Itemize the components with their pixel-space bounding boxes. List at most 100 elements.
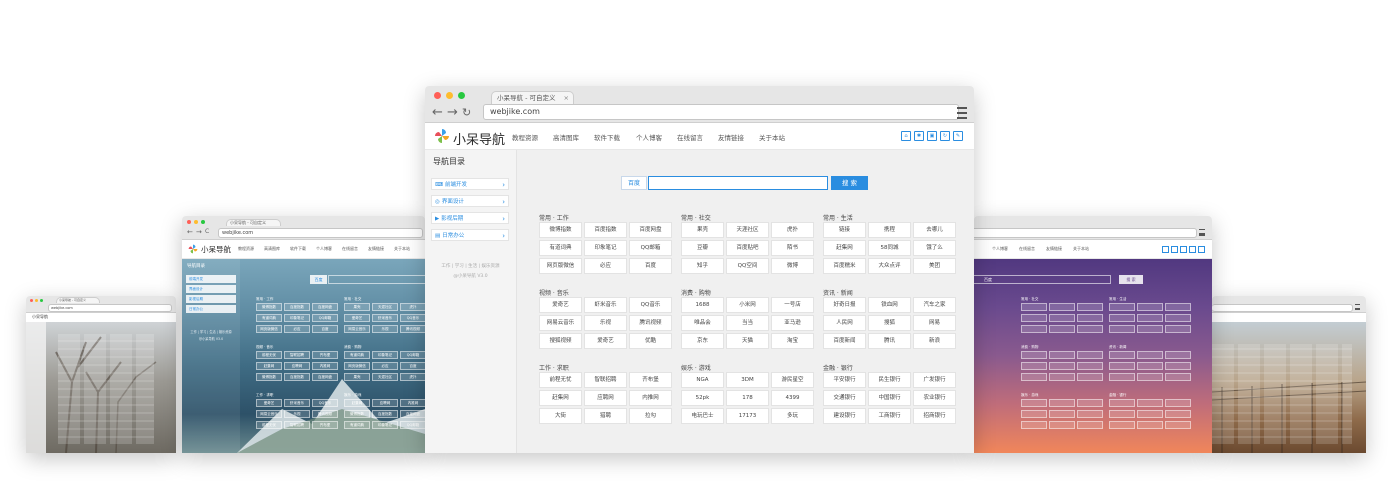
sidebar-item[interactable]: ▶ 影视后期 › <box>431 212 509 224</box>
refresh-icon[interactable]: ↻ <box>940 131 950 141</box>
link-cell[interactable] <box>1077 373 1103 381</box>
menu-item[interactable]: 软件下载 <box>594 132 620 142</box>
link-cell[interactable]: 微博指数 <box>344 410 370 418</box>
zoom-dot[interactable] <box>201 220 205 224</box>
link-cell[interactable]: QQ邮箱 <box>400 351 425 359</box>
link-cell[interactable]: 印象笔记 <box>584 240 627 256</box>
menu-item[interactable]: 在线留言 <box>342 246 358 252</box>
menu-item[interactable]: 友情链接 <box>1046 246 1062 252</box>
link-cell[interactable] <box>1077 421 1103 429</box>
link-cell[interactable]: 腾讯视频 <box>312 410 338 418</box>
link-cell[interactable] <box>1109 373 1135 381</box>
link-cell[interactable]: 百度新闻 <box>823 333 866 349</box>
link-cell[interactable]: 赶集网 <box>539 390 582 406</box>
link-cell[interactable]: 中国银行 <box>868 390 911 406</box>
link-cell[interactable]: 1688 <box>681 297 724 313</box>
link-cell[interactable]: 天涯社区 <box>372 303 398 311</box>
link-cell[interactable] <box>1137 421 1163 429</box>
link-cell[interactable]: 工商银行 <box>868 408 911 424</box>
link-cell[interactable] <box>1077 351 1103 359</box>
link-cell[interactable]: 应聘网 <box>372 399 398 407</box>
link-cell[interactable]: 赶集网 <box>344 399 370 407</box>
back-arrow-icon[interactable]: ← <box>432 106 443 120</box>
link-cell[interactable]: 178 <box>726 390 769 406</box>
sidebar-item[interactable]: 前端开发 <box>186 275 236 283</box>
menu-item[interactable]: 软件下载 <box>290 246 306 252</box>
site-brand[interactable]: 小呆导航 <box>453 129 505 148</box>
link-cell[interactable] <box>1109 410 1135 418</box>
link-cell[interactable] <box>1049 314 1075 322</box>
refresh-icon[interactable]: C <box>205 228 209 235</box>
right-search-engine[interactable]: 百度 <box>984 276 992 284</box>
link-cell[interactable]: 知乎 <box>681 258 724 274</box>
link-cell[interactable]: 虎扑 <box>400 303 425 311</box>
link-cell[interactable]: 淘宝 <box>771 333 814 349</box>
link-cell[interactable]: 有道词典 <box>344 351 370 359</box>
link-cell[interactable]: 好奇日报 <box>823 297 866 313</box>
link-cell[interactable]: 腾讯视频 <box>629 315 672 331</box>
menu-item[interactable]: 友情链接 <box>368 246 384 252</box>
link-cell[interactable] <box>1109 421 1135 429</box>
link-cell[interactable]: 智联招聘 <box>584 372 627 388</box>
minimize-dot[interactable] <box>446 92 453 99</box>
toolbar-icon[interactable] <box>1171 246 1178 253</box>
link-cell[interactable] <box>1165 399 1191 407</box>
menu-item[interactable]: 教程资源 <box>512 132 538 142</box>
link-cell[interactable]: 58同城 <box>868 240 911 256</box>
link-cell[interactable] <box>1165 351 1191 359</box>
link-cell[interactable] <box>1109 362 1135 370</box>
link-cell[interactable] <box>1109 325 1135 333</box>
link-cell[interactable]: 爱奇艺 <box>256 399 282 407</box>
link-cell[interactable] <box>1137 351 1163 359</box>
left-address-bar[interactable]: webjike.com <box>218 228 423 238</box>
link-cell[interactable]: QQ音乐 <box>400 314 425 322</box>
link-cell[interactable]: 腾讯 <box>868 333 911 349</box>
link-cell[interactable] <box>1109 314 1135 322</box>
link-cell[interactable] <box>1049 373 1075 381</box>
link-cell[interactable]: 必应 <box>284 325 310 333</box>
link-cell[interactable] <box>1049 325 1075 333</box>
link-cell[interactable]: 汽车之家 <box>913 297 956 313</box>
search-button[interactable]: 搜 索 <box>831 176 868 190</box>
link-cell[interactable]: 百度指数 <box>284 303 310 311</box>
link-cell[interactable] <box>1165 410 1191 418</box>
refresh-icon[interactable]: ↻ <box>462 106 471 120</box>
close-dot[interactable] <box>30 299 33 302</box>
link-cell[interactable]: 大众点评 <box>868 258 911 274</box>
zoom-dot[interactable] <box>458 92 465 99</box>
link-cell[interactable]: 百度指数 <box>584 222 627 238</box>
link-cell[interactable]: 微博 <box>771 258 814 274</box>
link-cell[interactable]: 乐视 <box>284 410 310 418</box>
sidebar-item[interactable]: ▤ 日常办公 › <box>431 229 509 241</box>
link-cell[interactable]: 链接 <box>823 222 866 238</box>
link-cell[interactable] <box>1049 410 1075 418</box>
toolbar-icon[interactable] <box>1162 246 1169 253</box>
link-cell[interactable]: 网易云音乐 <box>344 325 370 333</box>
link-cell[interactable]: 美团 <box>913 258 956 274</box>
link-cell[interactable]: 百度网盘 <box>312 373 338 381</box>
link-cell[interactable]: 爱奇艺 <box>584 333 627 349</box>
link-cell[interactable]: 虎扑 <box>771 222 814 238</box>
link-cell[interactable]: 天涯社区 <box>372 373 398 381</box>
link-cell[interactable] <box>1165 314 1191 322</box>
link-cell[interactable]: 内推网 <box>629 390 672 406</box>
link-cell[interactable] <box>1021 362 1047 370</box>
link-cell[interactable]: 猎聘 <box>584 408 627 424</box>
link-cell[interactable]: 天猫 <box>726 333 769 349</box>
menu-item[interactable]: 关于本站 <box>394 246 410 252</box>
link-cell[interactable] <box>1165 303 1191 311</box>
link-cell[interactable]: 百度网盘 <box>400 410 425 418</box>
link-cell[interactable] <box>1049 351 1075 359</box>
main-tab[interactable]: 小呆导航 - 可自定义 × <box>491 91 574 104</box>
link-cell[interactable]: 虎扑 <box>400 373 425 381</box>
link-cell[interactable]: 网页版微信 <box>256 325 282 333</box>
link-cell[interactable]: 豆瓣 <box>681 240 724 256</box>
link-cell[interactable] <box>1165 362 1191 370</box>
menu-item[interactable]: 个人博客 <box>636 132 662 142</box>
link-cell[interactable]: 虾米音乐 <box>584 297 627 313</box>
edit-icon[interactable]: ✎ <box>953 131 963 141</box>
link-cell[interactable]: 电玩巴士 <box>681 408 724 424</box>
right-address-bar[interactable] <box>974 228 1197 238</box>
link-cell[interactable] <box>1049 303 1075 311</box>
link-cell[interactable] <box>1137 314 1163 322</box>
